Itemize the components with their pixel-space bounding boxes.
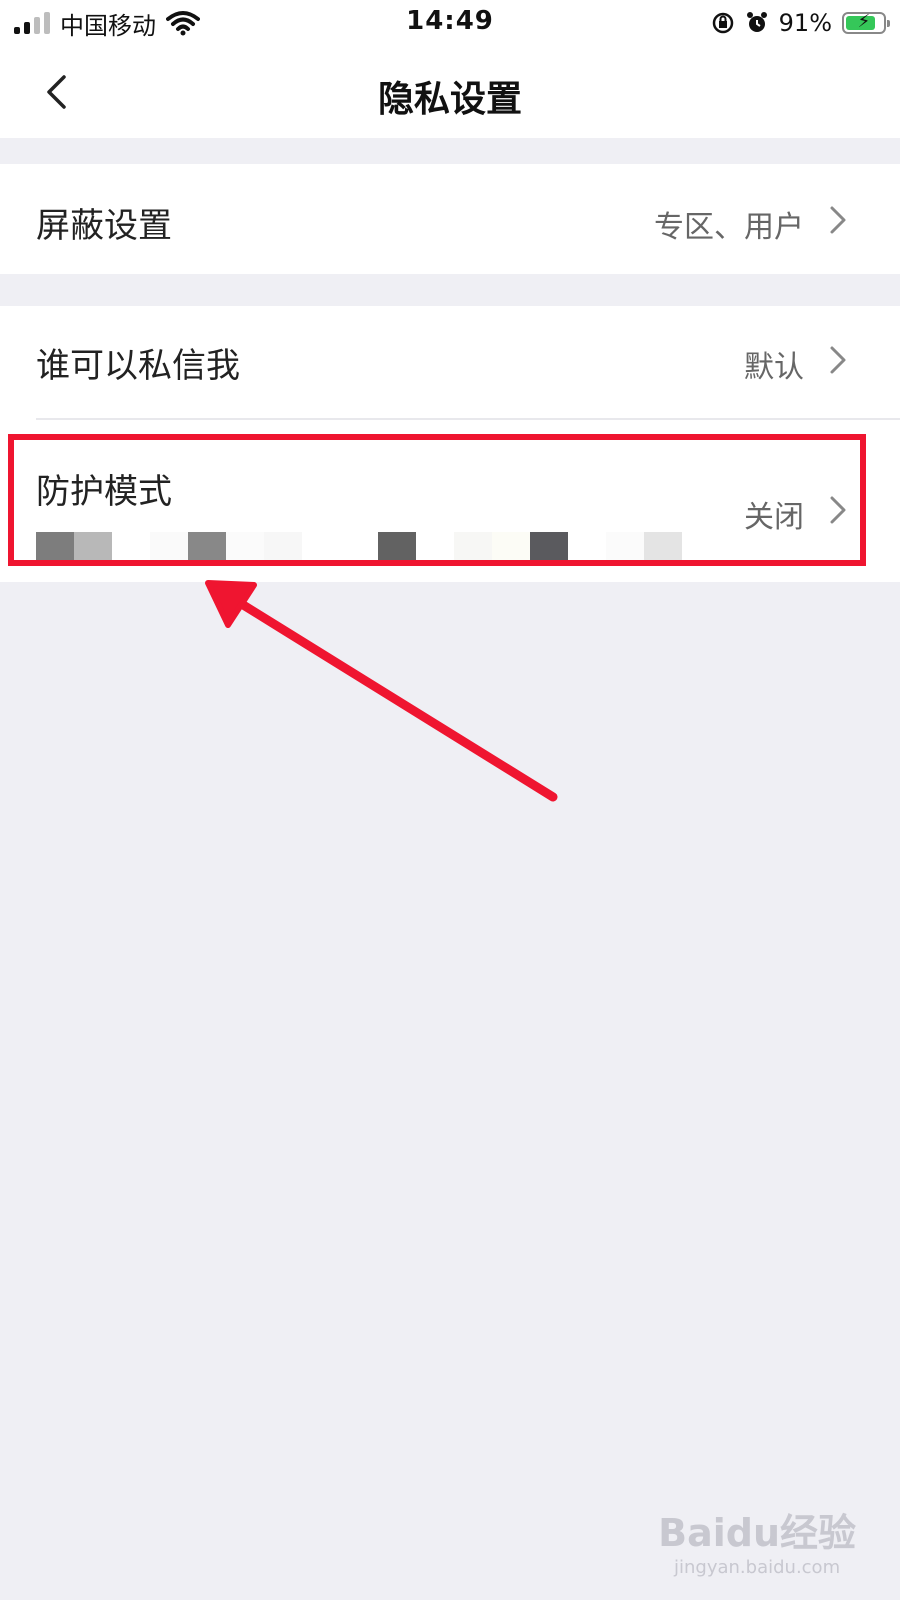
battery-percent: 91% [778,9,832,37]
nav-bar: 隐私设置 [0,46,900,138]
watermark: Baidu经验 jingyan.baidu.com [658,1502,856,1578]
chevron-right-icon [830,346,846,374]
battery-icon: ⚡ [842,11,890,34]
settings-row-block[interactable]: 屏蔽设置 专区、用户 [0,164,900,274]
status-bar: 中国移动 14:49 91% ⚡ [0,0,900,46]
row-title: 屏蔽设置 [36,206,172,246]
page-title: 隐私设置 [377,79,522,120]
rotation-lock-icon [712,12,733,34]
highlight-box [8,434,866,566]
status-right: 91% ⚡ [711,6,890,40]
chevron-right-icon [830,206,846,234]
watermark-logo: Baidu经验 [658,1511,856,1555]
alarm-icon [746,12,767,32]
watermark-url: jingyan.baidu.com [674,1557,841,1578]
row-value: 默认 [744,350,804,385]
settings-row-message[interactable]: 谁可以私信我 默认 [0,306,900,418]
row-value: 专区、用户 [654,210,804,245]
row-title: 谁可以私信我 [36,346,240,386]
settings-group-1: 屏蔽设置 专区、用户 [0,164,900,274]
